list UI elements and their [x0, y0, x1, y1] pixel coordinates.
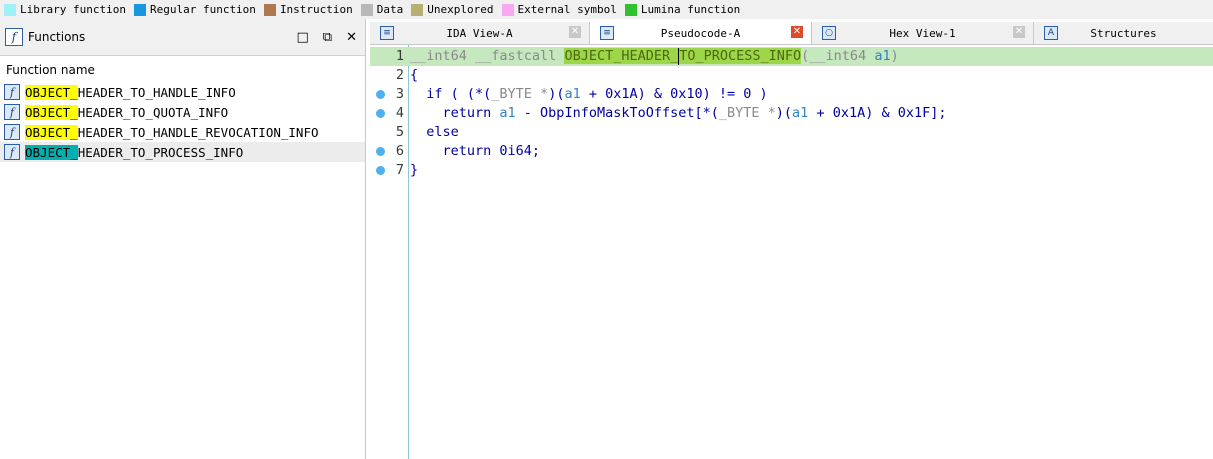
function-list: f OBJECT_ HEADER_TO_HANDLE_INFO f OBJECT_… — [0, 82, 365, 162]
code-line-6[interactable]: 6 return 0i64; — [370, 142, 1213, 161]
code-line-2[interactable]: 2 { — [370, 66, 1213, 85]
function-icon: f — [4, 104, 20, 120]
functions-panel-title: Functions — [28, 30, 86, 44]
swatch-icon — [133, 3, 146, 16]
code-line-7[interactable]: 7 } — [370, 161, 1213, 180]
code-line-4[interactable]: 4 return a1 - ObpInfoMaskToOffset[*(_BYT… — [370, 104, 1213, 123]
legend-lumina-function: Lumina function — [624, 3, 740, 16]
tab-pseudocode-a[interactable]: ≡ Pseudocode-A ✕ — [590, 22, 812, 44]
tab-ida-view-a[interactable]: ≡ IDA View-A ✕ — [370, 22, 590, 44]
swatch-icon — [263, 3, 276, 16]
swatch-icon — [624, 3, 637, 16]
legend-instruction: Instruction — [263, 3, 353, 16]
maximize-icon[interactable]: □ — [297, 30, 309, 45]
functions-panel: f Functions □ ⧉ ✕ Function name f OBJECT… — [0, 19, 366, 459]
code-line-3[interactable]: 3 if ( (*(_BYTE *)(a1 + 0x1A) & 0x10) !=… — [370, 85, 1213, 104]
function-icon: f — [4, 84, 20, 100]
tab-hex-view-1[interactable]: ○ Hex View-1 ✕ — [812, 22, 1034, 44]
breakpoint-dot-icon[interactable] — [376, 166, 385, 175]
close-icon[interactable]: ✕ — [791, 26, 803, 38]
pseudocode-editor[interactable]: 1 __int64 __fastcall OBJECT_HEADER_TO_PR… — [370, 45, 1213, 459]
close-icon[interactable]: ✕ — [1013, 26, 1025, 38]
color-legend: Library function Regular function Instru… — [0, 0, 1213, 19]
legend-library-function: Library function — [4, 3, 126, 16]
code-line-5[interactable]: 5 else — [370, 123, 1213, 142]
legend-data: Data — [360, 3, 403, 16]
list-item[interactable]: f OBJECT_ HEADER_TO_HANDLE_REVOCATION_INF… — [0, 122, 365, 142]
tab-structures[interactable]: A Structures — [1034, 22, 1213, 44]
swatch-icon — [501, 3, 514, 16]
legend-unexplored: Unexplored — [411, 3, 494, 16]
code-line-1[interactable]: 1 __int64 __fastcall OBJECT_HEADER_TO_PR… — [370, 47, 1213, 66]
close-icon[interactable]: ✕ — [569, 26, 581, 38]
function-icon: f — [4, 144, 20, 160]
panel-window-buttons: □ ⧉ ✕ — [297, 19, 358, 55]
legend-regular-function: Regular function — [133, 3, 256, 16]
list-item-selected[interactable]: f OBJECT_ HEADER_TO_PROCESS_INFO — [0, 142, 365, 162]
breakpoint-dot-icon[interactable] — [376, 109, 385, 118]
view-tabs: ≡ IDA View-A ✕ ≡ Pseudocode-A ✕ ○ Hex Vi… — [370, 22, 1213, 45]
restore-icon[interactable]: ⧉ — [323, 30, 332, 45]
function-icon: f — [5, 28, 23, 46]
main-view: ≡ IDA View-A ✕ ≡ Pseudocode-A ✕ ○ Hex Vi… — [370, 19, 1213, 459]
functions-panel-header: f Functions □ ⧉ ✕ — [0, 19, 365, 56]
column-header-function-name[interactable]: Function name — [0, 60, 365, 80]
swatch-icon — [4, 3, 16, 16]
breakpoint-dot-icon[interactable] — [376, 90, 385, 99]
swatch-icon — [360, 3, 373, 16]
swatch-icon — [411, 3, 424, 16]
list-item[interactable]: f OBJECT_ HEADER_TO_HANDLE_INFO — [0, 82, 365, 102]
function-icon: f — [4, 124, 20, 140]
list-item[interactable]: f OBJECT_ HEADER_TO_QUOTA_INFO — [0, 102, 365, 122]
breakpoint-dot-icon[interactable] — [376, 147, 385, 156]
close-icon[interactable]: ✕ — [346, 30, 357, 45]
legend-external-symbol: External symbol — [501, 3, 617, 16]
